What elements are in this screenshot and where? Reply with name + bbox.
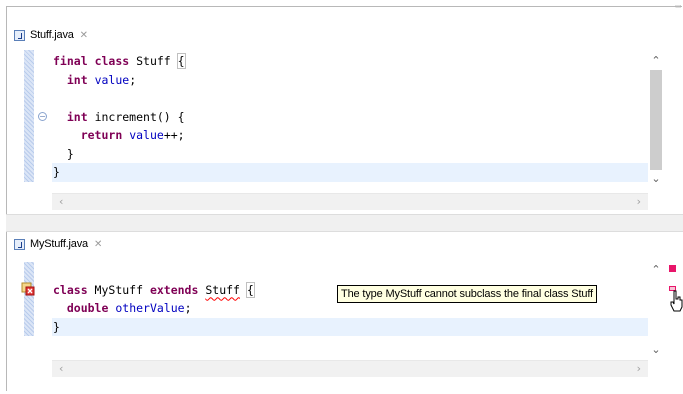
keyword-token: int: [66, 72, 88, 87]
scroll-right-icon[interactable]: ›: [637, 361, 641, 377]
java-file-icon: [14, 29, 25, 41]
scroll-up-icon[interactable]: ⌃: [648, 263, 664, 277]
code-token: increment() {: [87, 109, 185, 124]
close-icon[interactable]: ✕: [80, 30, 88, 41]
error-marker-icon[interactable]: [21, 282, 35, 296]
scroll-thumb[interactable]: [650, 70, 662, 170]
view-maximize-icon[interactable]: ▭: [675, 3, 683, 10]
tab-stuff-java[interactable]: Stuff.java ✕: [14, 23, 88, 47]
code-token: ;: [129, 72, 137, 87]
code-line[interactable]: }: [52, 163, 648, 182]
error-underlined-token: Stuff: [205, 282, 240, 297]
keyword-token: class: [94, 54, 130, 68]
code-line[interactable]: }: [52, 317, 648, 336]
annotation-ruler: [24, 262, 34, 336]
scroll-left-icon[interactable]: ‹: [59, 361, 63, 377]
keyword-token: int: [66, 109, 88, 124]
code-token: ++;: [163, 128, 185, 142]
error-overview-mark[interactable]: [669, 265, 676, 272]
code-line[interactable]: final class Stuff {: [52, 52, 648, 71]
tab-title: Stuff.java: [30, 29, 74, 41]
code-line[interactable]: int increment() {: [52, 108, 648, 127]
annotation-ruler: [24, 50, 34, 182]
java-file-icon: [14, 238, 25, 250]
keyword-token: final: [53, 54, 88, 68]
code-line[interactable]: [52, 89, 648, 108]
code-token: }: [53, 319, 60, 334]
error-tooltip: The type MyStuff cannot subclass the fin…: [337, 285, 597, 303]
horizontal-scrollbar[interactable]: ‹ ›: [52, 193, 648, 210]
scroll-right-icon[interactable]: ›: [637, 194, 641, 210]
scroll-down-icon[interactable]: ⌄: [648, 343, 664, 357]
code-token: MyStuff: [87, 282, 150, 297]
field-token: otherValue: [115, 301, 185, 315]
keyword-token: class: [53, 282, 88, 297]
hand-cursor-icon: [670, 290, 683, 312]
vertical-scrollbar[interactable]: ⌃ ⌄: [648, 50, 664, 192]
matching-brace: {: [245, 281, 255, 298]
field-token: value: [129, 128, 164, 142]
close-icon[interactable]: ✕: [94, 239, 102, 250]
code-line[interactable]: return value++;: [52, 126, 648, 145]
matching-brace: {: [176, 53, 186, 69]
code-line[interactable]: }: [52, 145, 648, 164]
field-token: value: [94, 72, 130, 87]
horizontal-scrollbar[interactable]: ‹ ›: [52, 360, 648, 377]
code-token: }: [66, 146, 74, 161]
keyword-token: extends: [149, 282, 199, 297]
keyword-token: double: [66, 301, 109, 315]
pane-separator[interactable]: [6, 214, 683, 232]
code-token: ;: [184, 301, 192, 315]
code-editor-stuff[interactable]: final class Stuff { int value; int incre…: [52, 52, 648, 182]
tab-title: MyStuff.java: [30, 238, 88, 250]
keyword-token: return: [80, 128, 123, 142]
tab-mystuff-java[interactable]: MyStuff.java ✕: [14, 232, 102, 256]
scroll-up-icon[interactable]: ⌃: [648, 54, 664, 68]
code-token: Stuff: [129, 54, 178, 68]
code-line[interactable]: int value;: [52, 71, 648, 90]
code-line[interactable]: [52, 262, 648, 281]
scroll-left-icon[interactable]: ‹: [59, 194, 63, 210]
code-token: }: [53, 165, 60, 179]
scroll-down-icon[interactable]: ⌄: [648, 172, 664, 186]
fold-collapse-icon[interactable]: −: [38, 112, 47, 121]
